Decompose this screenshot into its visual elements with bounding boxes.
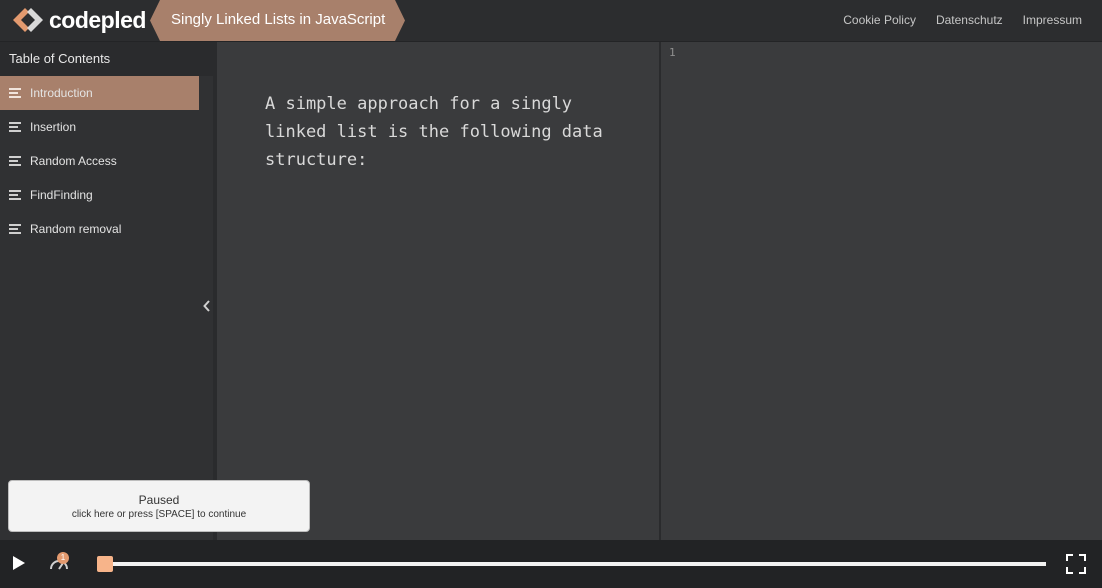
impressum-link[interactable]: Impressum (1023, 13, 1082, 27)
logo-icon (11, 6, 45, 34)
paused-overlay[interactable]: Paused click here or press [SPACE] to co… (8, 480, 310, 532)
toc-item-label: Random removal (30, 222, 122, 236)
player-bar: 1 (0, 540, 1102, 588)
fullscreen-button[interactable] (1066, 554, 1086, 574)
list-icon (9, 224, 21, 234)
speed-badge: 1 (57, 552, 69, 564)
chevron-left-icon (203, 299, 211, 317)
progress-slider[interactable] (96, 556, 1046, 572)
toc-item-random-removal[interactable]: Random removal (0, 212, 199, 246)
cookie-policy-link[interactable]: Cookie Policy (843, 13, 916, 27)
play-button[interactable] (10, 554, 28, 572)
toc-item-label: Introduction (30, 86, 93, 100)
page-title-tab: Singly Linked Lists in JavaScript (150, 0, 405, 41)
line-number: 1 (669, 46, 676, 59)
top-nav: Cookie Policy Datenschutz Impressum (843, 13, 1082, 27)
content-panel: A simple approach for a singly linked li… (217, 42, 659, 540)
paused-subtitle: click here or press [SPACE] to continue (71, 509, 247, 520)
toc-item-label: Insertion (30, 120, 77, 134)
list-icon (9, 190, 21, 200)
speed-button[interactable]: 1 (48, 552, 70, 573)
list-icon (9, 88, 21, 98)
fullscreen-icon (1066, 554, 1086, 578)
toc-item-label: FindFinding (30, 188, 93, 202)
list-icon (9, 156, 21, 166)
play-icon (10, 556, 28, 576)
toc-item-introduction[interactable]: Introduction (0, 76, 199, 110)
logo[interactable]: codepled (11, 6, 146, 34)
datenschutz-link[interactable]: Datenschutz (936, 13, 1003, 27)
top-bar: codepled Singly Linked Lists in JavaScri… (0, 0, 1102, 42)
list-icon (9, 122, 21, 132)
toc-item-random-access[interactable]: Random Access (0, 144, 199, 178)
progress-thumb[interactable] (96, 556, 113, 572)
toc-item-findfinding[interactable]: FindFinding (0, 178, 199, 212)
content-text: A simple approach for a singly linked li… (265, 94, 603, 170)
collapse-sidebar-button[interactable] (199, 299, 215, 317)
page-title: Singly Linked Lists in JavaScript (171, 11, 386, 28)
toc-header: Table of Contents (0, 42, 215, 76)
paused-title: Paused (138, 493, 180, 507)
sidebar: Table of Contents Introduction Insertion… (0, 42, 215, 540)
toc-list: Introduction Insertion Random Access Fin… (0, 76, 215, 246)
code-editor[interactable]: 1 (661, 42, 1102, 540)
toc-item-label: Random Access (30, 154, 117, 168)
logo-text: codepled (49, 6, 146, 33)
toc-item-insertion[interactable]: Insertion (0, 110, 199, 144)
